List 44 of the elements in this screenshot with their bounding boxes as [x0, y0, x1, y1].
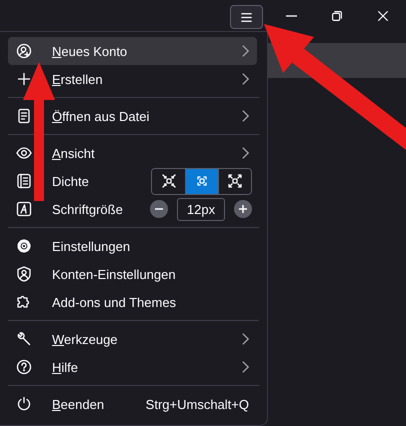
chevron-icon: [242, 45, 249, 57]
menu-item[interactable]: Konten-Einstellungen: [8, 260, 257, 288]
chevron-icon: [242, 333, 249, 345]
density-switcher[interactable]: [151, 168, 252, 194]
account-shield-icon: [16, 266, 32, 282]
wrench-icon: [16, 331, 32, 347]
restore-icon: [330, 8, 344, 22]
plus-icon: [16, 71, 32, 87]
menu-item[interactable]: Öffnen aus Datei: [8, 102, 257, 130]
font-size-icon: [16, 201, 32, 217]
density-option[interactable]: [218, 168, 251, 194]
menu-label: Dichte: [52, 174, 89, 188]
chevron-icon: [242, 73, 249, 85]
density-option[interactable]: [185, 168, 218, 194]
zoom-in-button[interactable]: [234, 200, 252, 218]
menu-item[interactable]: Ansicht: [8, 139, 257, 167]
menu-item[interactable]: Einstellungen: [8, 232, 257, 260]
document-icon: [16, 108, 32, 124]
eye-icon: [16, 145, 32, 161]
shortcut-text: Strg+Umschalt+Q: [146, 396, 249, 412]
zoom-out-button[interactable]: [150, 200, 168, 218]
font-size-value[interactable]: 12px: [177, 198, 225, 220]
chevron-icon: [242, 361, 249, 373]
menu-label: Schriftgröße: [52, 202, 123, 216]
puzzle-icon: [16, 294, 32, 310]
power-icon: [16, 396, 32, 412]
relaxed-density-icon: [227, 173, 243, 189]
chevron-icon: [242, 110, 249, 122]
menu-item[interactable]: Werkzeuge: [8, 325, 257, 353]
menu-item[interactable]: Add-ons und Themes: [8, 288, 257, 316]
menu-item[interactable]: Neues Konto: [8, 37, 257, 65]
menu-item[interactable]: Beenden Strg+Umschalt+Q: [8, 390, 257, 418]
compact-density-icon: [160, 173, 176, 189]
menu-item[interactable]: Hilfe: [8, 353, 257, 381]
menu-button[interactable]: [230, 5, 263, 29]
minus-icon: [155, 208, 163, 210]
minimize-icon: [286, 14, 296, 16]
help-icon: [16, 359, 32, 375]
account-add-icon: [16, 43, 32, 59]
list-icon: [16, 173, 32, 189]
menu-item[interactable]: Erstellen: [8, 65, 257, 93]
plus-icon: [239, 205, 247, 213]
chevron-icon: [242, 147, 249, 159]
close-icon: [376, 8, 390, 22]
